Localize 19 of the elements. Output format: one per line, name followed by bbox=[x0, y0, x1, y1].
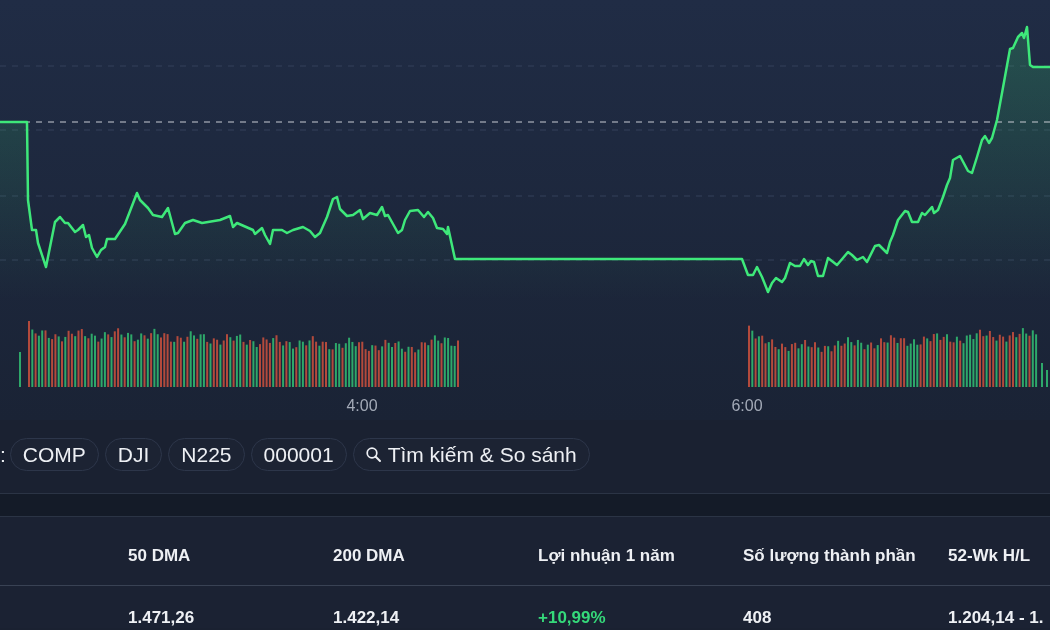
time-axis-label: 6:00 bbox=[731, 397, 763, 414]
table-cell: 1.204,14 - 1. bbox=[948, 608, 1044, 628]
column-header: Số lượng thành phần bbox=[743, 546, 916, 566]
table-cell: 408 bbox=[743, 608, 772, 628]
search-icon bbox=[365, 447, 381, 462]
index-chip[interactable]: 000001 bbox=[250, 438, 347, 471]
search-compare-button[interactable]: Tìm kiếm & So sánh bbox=[352, 438, 590, 471]
index-chip[interactable]: COMP bbox=[9, 438, 99, 471]
table-cell: 1.422,14 bbox=[333, 608, 400, 628]
column-header: 200 DMA bbox=[333, 546, 405, 566]
table-cell: +10,99% bbox=[538, 608, 606, 628]
column-header: 52-Wk H/L bbox=[948, 546, 1031, 566]
column-header: 50 DMA bbox=[128, 546, 191, 566]
index-chip[interactable]: N225 bbox=[168, 438, 245, 471]
index-chip[interactable]: DJI bbox=[104, 438, 163, 471]
column-header: Lợi nhuận 1 năm bbox=[538, 546, 675, 566]
label-text: : bbox=[0, 442, 6, 467]
time-axis-label: 4:00 bbox=[346, 397, 378, 414]
table-cell: 1.471,26 bbox=[128, 608, 195, 628]
